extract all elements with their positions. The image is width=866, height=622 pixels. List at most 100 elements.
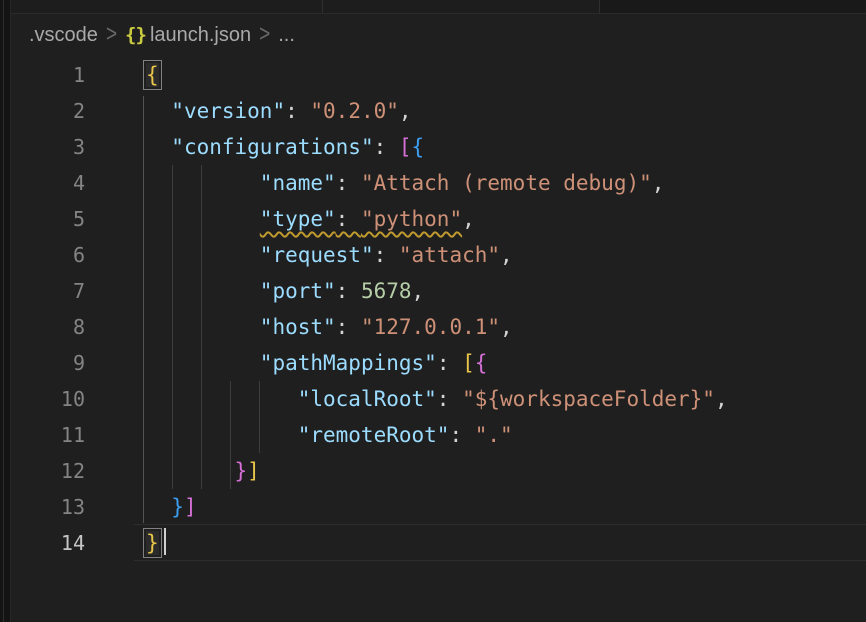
code-line[interactable]: 3 "configurations": [{ (0, 129, 866, 165)
code-token: ] (184, 495, 197, 519)
code-token (146, 279, 260, 303)
breadcrumb-item-folder[interactable]: .vscode (29, 24, 98, 47)
line-number[interactable]: 5 (0, 201, 85, 237)
line-number[interactable]: 2 (0, 93, 85, 129)
line-number[interactable]: 6 (0, 237, 85, 273)
code-token (146, 99, 171, 123)
indent-guide (172, 165, 173, 489)
code-line[interactable]: 6 "request": "attach", (0, 237, 866, 273)
current-line-highlight (134, 524, 866, 525)
code-token: 5678 (361, 279, 412, 303)
code-token (146, 135, 171, 159)
line-number[interactable]: 11 (0, 417, 85, 453)
current-line-highlight (134, 560, 866, 561)
code-line[interactable]: 7 "port": 5678, (0, 273, 866, 309)
code-line[interactable]: 2 "version": "0.2.0", (0, 93, 866, 129)
code-line-text[interactable]: }] (146, 489, 197, 525)
code-line[interactable]: 1{ (0, 57, 866, 93)
code-line-text[interactable]: } (146, 525, 166, 561)
code-token (146, 171, 260, 195)
code-token: "remoteRoot" (298, 423, 450, 447)
line-number[interactable]: 3 (0, 129, 85, 165)
code-token: { (412, 135, 425, 159)
breadcrumb-item-file[interactable]: launch.json (150, 24, 251, 47)
code-line-text[interactable]: "version": "0.2.0", (146, 93, 412, 129)
code-token: , (412, 279, 425, 303)
code-token: : (285, 99, 310, 123)
tab-divider (599, 0, 600, 13)
code-token (146, 459, 235, 483)
code-line-text[interactable]: { (146, 57, 159, 93)
code-token: } (171, 495, 184, 519)
code-token (146, 351, 260, 375)
code-line[interactable]: 4 "name": "Attach (remote debug)", (0, 165, 866, 201)
indent-guide (201, 165, 202, 489)
code-line-text[interactable]: "name": "Attach (remote debug)", (146, 165, 664, 201)
code-token: : (437, 351, 462, 375)
code-line-text[interactable]: "pathMappings": [{ (146, 345, 487, 381)
code-line[interactable]: 10 "localRoot": "${workspaceFolder}", (0, 381, 866, 417)
code-token: [ (399, 135, 412, 159)
code-line[interactable]: 11 "remoteRoot": "." (0, 417, 866, 453)
tab-bar-inactive-area (599, 0, 866, 13)
line-number[interactable]: 9 (0, 345, 85, 381)
code-token: [ (462, 351, 475, 375)
indent-guide (143, 96, 144, 523)
code-line[interactable]: 5 "type": "python", (0, 201, 866, 237)
breadcrumb-item-ellipsis[interactable]: ... (278, 24, 295, 47)
bracket-match: } (146, 531, 159, 555)
code-line-text[interactable]: "port": 5678, (146, 273, 424, 309)
line-number[interactable]: 10 (0, 381, 85, 417)
indent-guide (259, 381, 260, 453)
breadcrumb: .vscode>{}launch.json>... (11, 14, 866, 56)
code-token: "python" (361, 207, 462, 231)
code-line[interactable]: 12 }] (0, 453, 866, 489)
code-token: , (500, 315, 513, 339)
code-token: "127.0.0.1" (361, 315, 500, 339)
code-token: : (336, 279, 361, 303)
code-line-text[interactable]: "configurations": [{ (146, 129, 424, 165)
code-line[interactable]: 9 "pathMappings": [{ (0, 345, 866, 381)
code-token: "port" (260, 279, 336, 303)
code-line-text[interactable]: "type": "python", (146, 201, 475, 237)
editor[interactable]: 1{2 "version": "0.2.0",3 "configurations… (0, 57, 866, 622)
code-token: "Attach (remote debug)" (361, 171, 652, 195)
code-line-text[interactable]: }] (146, 453, 260, 489)
code-token: : (437, 387, 462, 411)
code-token: "host" (260, 315, 336, 339)
code-token: : (449, 423, 474, 447)
code-token: ] (247, 459, 260, 483)
line-number[interactable]: 13 (0, 489, 85, 525)
line-number[interactable]: 14 (0, 525, 85, 561)
indent-guide (230, 381, 231, 489)
code-token: "configurations" (171, 135, 373, 159)
line-number[interactable]: 1 (0, 57, 85, 93)
tab-bar[interactable] (11, 0, 866, 14)
code-token (146, 243, 260, 267)
line-number[interactable]: 7 (0, 273, 85, 309)
code-token: "0.2.0" (310, 99, 399, 123)
code-line-text[interactable]: "localRoot": "${workspaceFolder}", (146, 381, 728, 417)
code-token (146, 423, 298, 447)
code-line[interactable]: 13 }] (0, 489, 866, 525)
code-token: : (336, 207, 361, 231)
line-number[interactable]: 4 (0, 165, 85, 201)
tab-divider (322, 0, 323, 13)
chevron-right-icon: > (259, 21, 270, 49)
code-token: "localRoot" (298, 387, 437, 411)
line-number[interactable]: 12 (0, 453, 85, 489)
code-token: "pathMappings" (260, 351, 437, 375)
code-token (146, 495, 171, 519)
code-token: , (500, 243, 513, 267)
text-cursor (164, 528, 166, 555)
code-token: "attach" (399, 243, 500, 267)
code-token: "request" (260, 243, 374, 267)
code-token: , (715, 387, 728, 411)
code-line[interactable]: 8 "host": "127.0.0.1", (0, 309, 866, 345)
code-line[interactable]: 14} (0, 525, 866, 561)
code-token: , (462, 207, 475, 231)
line-number[interactable]: 8 (0, 309, 85, 345)
code-token (146, 387, 298, 411)
code-token: "type" (260, 207, 336, 231)
code-token: : (336, 315, 361, 339)
